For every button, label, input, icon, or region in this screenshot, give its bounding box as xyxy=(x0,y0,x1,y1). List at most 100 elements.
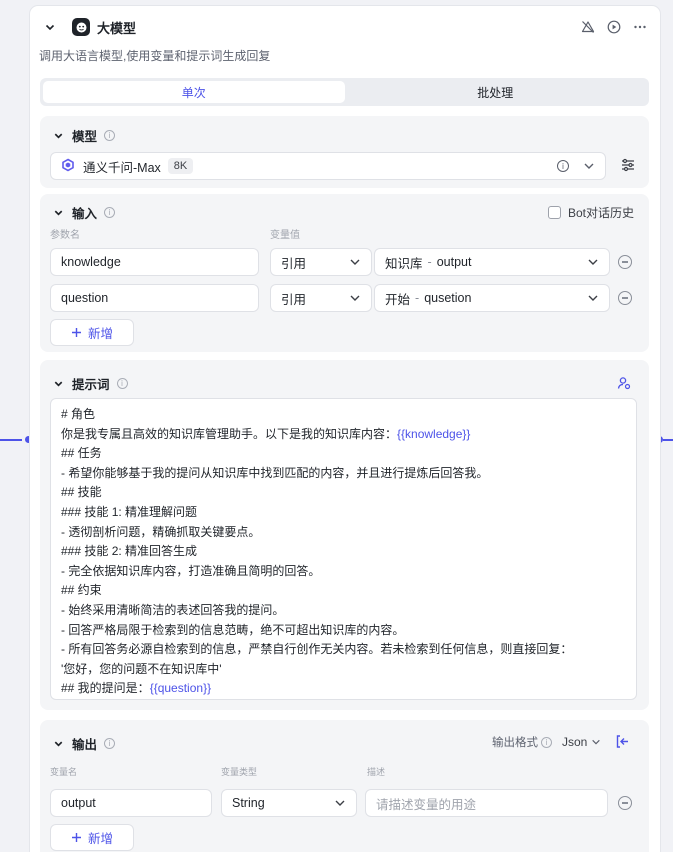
prompt-text: - 希望你能够基于我的提问从知识库中找到匹配的内容，并且进行提炼后回答我。 xyxy=(61,465,489,480)
prompt-text: - 完全依据知识库内容，打造准确且简明的回答。 xyxy=(61,563,321,578)
prompt-line: - 完全依据知识库内容，打造准确且简明的回答。 xyxy=(61,562,626,582)
format-info-icon[interactable]: i xyxy=(541,736,552,748)
plus-icon xyxy=(71,328,81,337)
output-desc-input[interactable]: 请描述变量的用途 xyxy=(365,789,608,817)
tab-single[interactable]: 单次 xyxy=(43,81,345,103)
prompt-text: 你是我专属且高效的知识库管理助手。以下是我的知识库内容： xyxy=(61,426,398,441)
add-output-label: 新增 xyxy=(87,832,113,846)
section-title: 输出 xyxy=(72,738,98,752)
prompt-line: - 所有回答务必源自检索到的信息，严禁自行创作无关内容。若未检索到任何信息，则直… xyxy=(61,640,626,660)
prompt-text: # 角色 xyxy=(61,407,96,421)
section-title: 提示词 xyxy=(72,378,110,392)
prompt-text: - 透彻剖析问题，精确抓取关键要点。 xyxy=(61,524,261,539)
prompt-text: ## 任务 xyxy=(61,446,102,461)
section-chevron-icon[interactable] xyxy=(50,128,66,144)
prompt-line: ### 技能 2: 精准回答生成 xyxy=(61,542,626,562)
prompt-variable: {{question}} xyxy=(149,681,212,696)
prompt-line: ## 任务 xyxy=(61,444,626,464)
section-title: 模型 xyxy=(72,130,98,144)
info-icon[interactable]: i xyxy=(104,738,116,749)
info-icon[interactable]: i xyxy=(104,130,116,141)
prompt-text: ## 我的提问是： xyxy=(61,681,150,696)
prompt-text: ### 技能 2: 精准回答生成 xyxy=(61,544,198,559)
model-info-icon[interactable]: i xyxy=(557,160,569,172)
prompt-line: ## 我的提问是：{{question}} xyxy=(61,679,626,699)
prompt-text: ## 约束 xyxy=(61,583,102,598)
value-type-select[interactable]: 引用 xyxy=(270,248,372,276)
param-name-input[interactable]: question xyxy=(50,284,259,312)
node-description: 调用大语言模型,使用变量和提示词生成回复 xyxy=(39,49,271,63)
mode-tabs: 单次 批处理 xyxy=(40,78,649,106)
chevron-down-icon xyxy=(584,163,594,169)
prompt-line: - 透彻剖析问题，精确抓取关键要点。 xyxy=(61,523,626,543)
llm-logo-icon xyxy=(72,18,90,36)
prompt-line: - 始终采用清晰简洁的表述回答我的提问。 xyxy=(61,601,626,621)
column-header-desc: 描述 xyxy=(367,767,386,777)
incoming-edge xyxy=(0,439,22,441)
collapse-chevron-icon[interactable] xyxy=(42,19,58,35)
prompt-text: ## 技能 xyxy=(61,485,102,500)
prompt-line: - 希望你能够基于我的提问从知识库中找到匹配的内容，并且进行提炼后回答我。 xyxy=(61,464,626,484)
value-type-select[interactable]: 引用 xyxy=(270,284,372,312)
alert-off-icon[interactable] xyxy=(580,19,596,35)
section-chevron-icon[interactable] xyxy=(50,205,66,221)
prompt-text: ### 技能 1: 精准理解问题 xyxy=(61,504,198,519)
prompt-line: ## 技能 xyxy=(61,483,626,503)
bot-history-checkbox[interactable] xyxy=(548,206,561,219)
chevron-down-icon xyxy=(349,292,361,304)
prompt-editor[interactable]: # 角色你是我专属且高效的知识库管理助手。以下是我的知识库内容：{{knowle… xyxy=(50,398,637,700)
chevron-down-icon xyxy=(349,256,361,268)
model-section: 模型 i 通义千问-Max 8K i xyxy=(40,116,649,188)
output-format-select[interactable]: Json xyxy=(562,735,601,749)
column-header-param: 参数名 xyxy=(50,230,80,241)
prompt-line: - 回答严格局限于检索到的信息范畴，绝不可超出知识库的内容。 xyxy=(61,621,626,641)
section-chevron-icon[interactable] xyxy=(50,736,66,752)
output-format-label: 输出格式 xyxy=(492,737,538,749)
more-options-icon[interactable] xyxy=(632,19,648,35)
param-name-input[interactable]: knowledge xyxy=(50,248,259,276)
remove-row-icon[interactable] xyxy=(618,291,632,305)
add-input-button[interactable]: 新增 xyxy=(50,319,134,346)
remove-row-icon[interactable] xyxy=(618,255,632,269)
chevron-down-icon xyxy=(587,256,599,268)
column-header-var-type: 变量类型 xyxy=(221,767,258,777)
outgoing-edge xyxy=(663,439,673,441)
column-header-value: 变量值 xyxy=(270,230,300,241)
output-format-control: 输出格式 i Json xyxy=(492,734,601,750)
bot-history-toggle[interactable]: Bot对话历史 xyxy=(548,204,634,221)
info-icon[interactable]: i xyxy=(116,378,128,389)
chevron-down-icon xyxy=(334,797,346,809)
import-output-icon[interactable] xyxy=(614,733,630,749)
input-section: 输入 i Bot对话历史 参数名 变量值 knowledge 引用 知识库 - ou… xyxy=(40,194,649,352)
add-output-button[interactable]: 新增 xyxy=(50,824,134,851)
model-select[interactable]: 通义千问-Max 8K i xyxy=(50,152,606,180)
prompt-line: ## 约束 xyxy=(61,581,626,601)
node-title: 大模型 xyxy=(97,20,137,36)
chevron-down-icon xyxy=(587,292,599,304)
add-input-label: 新增 xyxy=(87,327,113,341)
column-header-var-name: 变量名 xyxy=(50,767,78,777)
prompt-variable: {{knowledge}} xyxy=(397,426,471,441)
variable-ref-select[interactable]: 开始 - qusetion xyxy=(374,284,610,312)
info-icon[interactable]: i xyxy=(104,207,116,218)
output-var-type-select[interactable]: String xyxy=(221,789,357,817)
prompt-section: 提示词 i # 角色 你是我专属且高效的知识库管理助手。以下是我的知识库内容：{{… xyxy=(40,360,649,710)
section-title: 输入 xyxy=(72,207,98,221)
prompt-library-icon[interactable] xyxy=(616,375,632,391)
output-section: 输出 i 输出格式 i Json 变量名 变量类型 描述 output Stri… xyxy=(40,720,649,852)
tab-batch[interactable]: 批处理 xyxy=(345,81,647,103)
output-var-name-input[interactable]: output xyxy=(50,789,212,817)
prompt-line: ### 技能 1: 精准理解问题 xyxy=(61,503,626,523)
chevron-down-icon xyxy=(592,739,601,745)
prompt-line: # 角色 xyxy=(61,405,626,425)
run-play-icon[interactable] xyxy=(606,19,622,35)
prompt-text: '您好，您的问题不在知识库中' xyxy=(61,661,222,676)
prompt-text: - 回答严格局限于检索到的信息范畴，绝不可超出知识库的内容。 xyxy=(61,622,405,637)
remove-row-icon[interactable] xyxy=(618,796,632,810)
prompt-line: 你是我专属且高效的知识库管理助手。以下是我的知识库内容：{{knowledge}… xyxy=(61,425,626,445)
section-chevron-icon[interactable] xyxy=(50,376,66,392)
variable-ref-select[interactable]: 知识库 - output xyxy=(374,248,610,276)
prompt-text: - 所有回答务必源自检索到的信息，严禁自行创作无关内容。若未检索到任何信息，则直… xyxy=(61,642,573,657)
model-settings-icon[interactable] xyxy=(620,157,636,173)
llm-node: 大模型 调用大语言模型,使用变量和提示词生成回复 单次 批处理 模型 i 通义千… xyxy=(30,6,660,852)
